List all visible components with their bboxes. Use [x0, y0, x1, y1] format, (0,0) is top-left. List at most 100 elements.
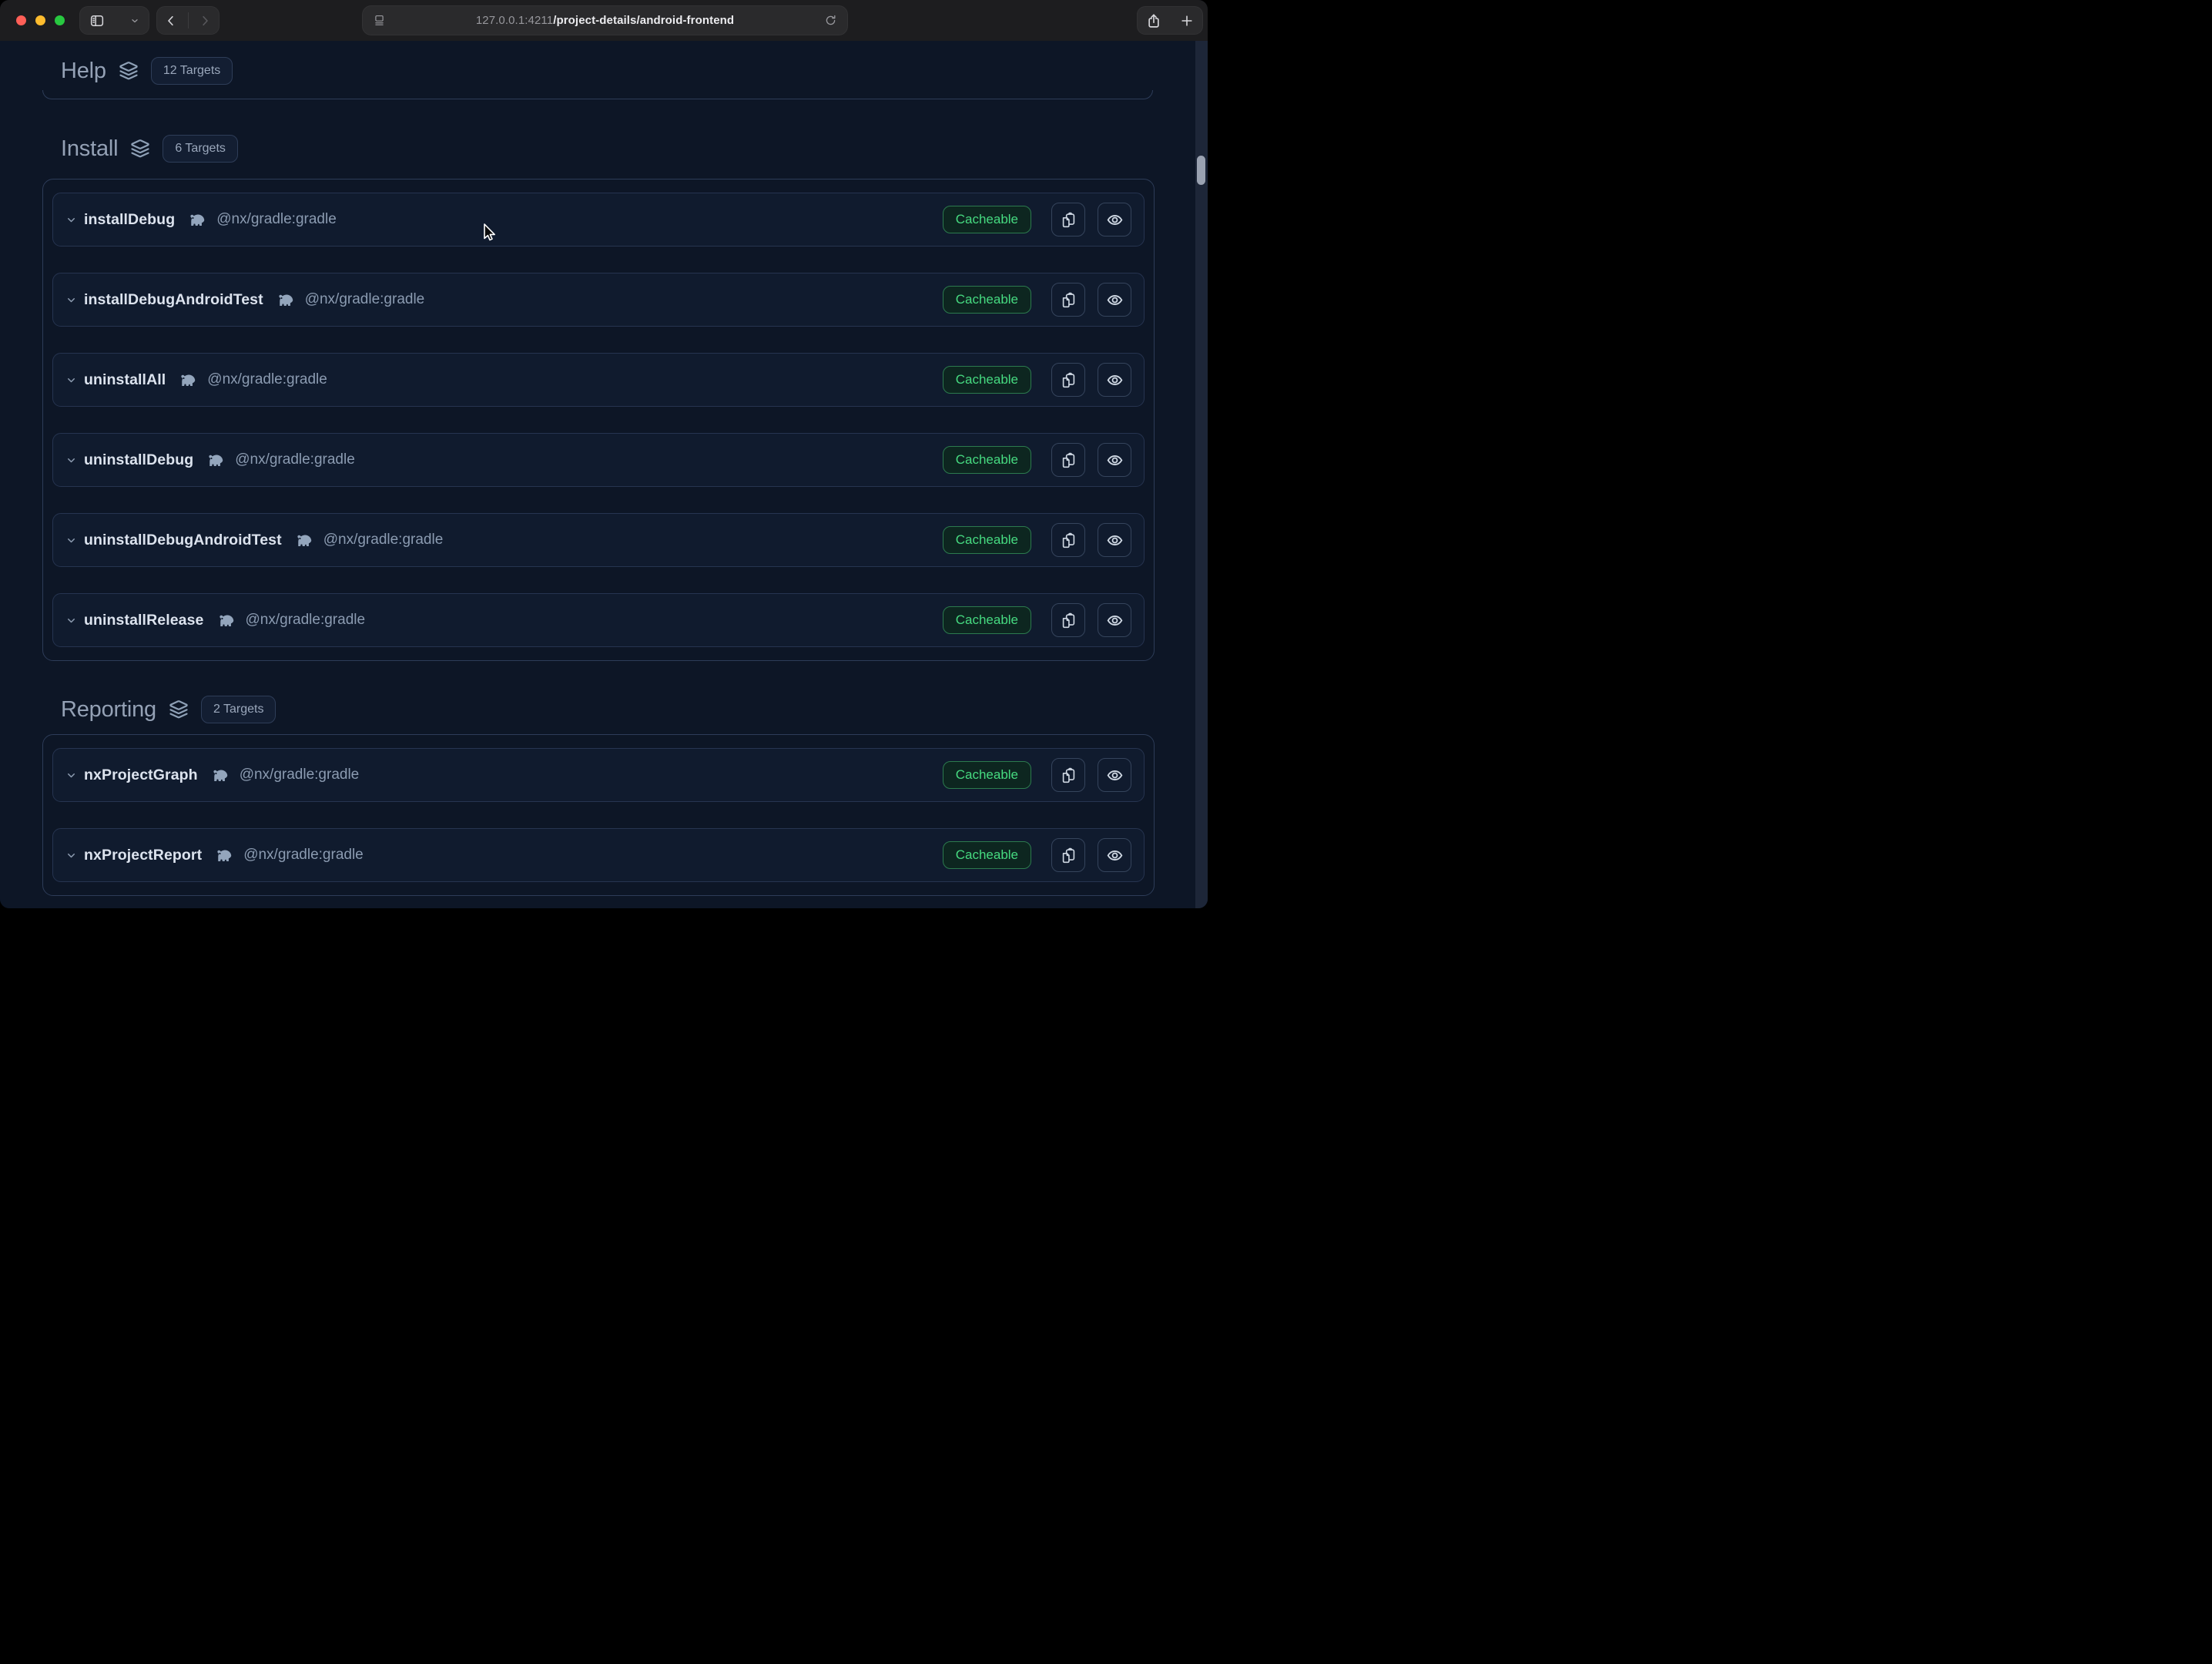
- view-button[interactable]: [1098, 523, 1131, 557]
- target-row[interactable]: uninstallAll @nx/gradle:gradle Cacheable: [52, 353, 1145, 407]
- section-heading-install: Install 6 Targets: [61, 135, 1208, 163]
- cacheable-badge: Cacheable: [943, 206, 1031, 233]
- copy-button[interactable]: [1051, 523, 1085, 557]
- gradle-icon: [215, 612, 236, 629]
- install-targets-box: installDebug @nx/gradle:gradle Cacheable…: [42, 179, 1155, 661]
- section-title: Install: [61, 136, 118, 162]
- section-title: Reporting: [61, 697, 156, 723]
- view-button[interactable]: [1098, 203, 1131, 237]
- chevron-down-icon[interactable]: [65, 455, 77, 466]
- view-button[interactable]: [1098, 758, 1131, 792]
- layers-icon: [129, 138, 151, 159]
- address-bar[interactable]: 127.0.0.1:4211/project-details/android-f…: [362, 5, 848, 35]
- copy-button[interactable]: [1051, 203, 1085, 237]
- target-name: uninstallRelease: [84, 612, 204, 629]
- target-name: installDebugAndroidTest: [84, 291, 263, 309]
- target-row[interactable]: nxProjectReport @nx/gradle:gradle Cachea…: [52, 828, 1145, 882]
- nav-buttons-group: [156, 6, 220, 35]
- section-heading-reporting: Reporting 2 Targets: [61, 696, 1208, 723]
- chevron-down-icon[interactable]: [65, 214, 77, 226]
- target-count-badge: 2 Targets: [201, 696, 276, 723]
- scrollbar-thumb[interactable]: [1197, 156, 1205, 185]
- view-button[interactable]: [1098, 838, 1131, 872]
- layers-icon: [168, 699, 189, 720]
- target-name: uninstallAll: [84, 371, 166, 389]
- scrollbar-track[interactable]: [1195, 41, 1208, 908]
- back-button[interactable]: [164, 14, 178, 28]
- section-title: Help: [61, 59, 106, 84]
- gradle-icon: [209, 767, 230, 783]
- cacheable-badge: Cacheable: [943, 761, 1031, 789]
- copy-button[interactable]: [1051, 838, 1085, 872]
- view-button[interactable]: [1098, 283, 1131, 317]
- target-count-badge: 12 Targets: [151, 57, 233, 85]
- chevron-down-icon[interactable]: [65, 374, 77, 386]
- cacheable-badge: Cacheable: [943, 606, 1031, 634]
- gradle-icon: [213, 847, 233, 864]
- target-row[interactable]: nxProjectGraph @nx/gradle:gradle Cacheab…: [52, 748, 1145, 802]
- traffic-lights: [16, 15, 65, 25]
- target-row[interactable]: uninstallRelease @nx/gradle:gradle Cache…: [52, 593, 1145, 647]
- target-executor: @nx/gradle:gradle: [235, 451, 355, 468]
- gradle-icon: [204, 451, 225, 468]
- view-button[interactable]: [1098, 363, 1131, 397]
- browser-window: 127.0.0.1:4211/project-details/android-f…: [0, 0, 1208, 908]
- chevron-down-icon[interactable]: [65, 770, 77, 781]
- cacheable-badge: Cacheable: [943, 841, 1031, 869]
- target-row[interactable]: installDebug @nx/gradle:gradle Cacheable: [52, 193, 1145, 247]
- close-window-button[interactable]: [16, 15, 26, 25]
- target-executor: @nx/gradle:gradle: [216, 211, 337, 228]
- toolbar-right-group: [1137, 6, 1203, 35]
- reporting-targets-box: nxProjectGraph @nx/gradle:gradle Cacheab…: [42, 734, 1155, 896]
- target-name: installDebug: [84, 211, 175, 229]
- layers-icon: [118, 60, 139, 82]
- copy-button[interactable]: [1051, 443, 1085, 477]
- forward-button[interactable]: [198, 14, 212, 28]
- url-text: 127.0.0.1:4211/project-details/android-f…: [386, 14, 824, 27]
- gradle-icon: [293, 532, 313, 549]
- minimize-window-button[interactable]: [35, 15, 45, 25]
- new-tab-icon[interactable]: [1179, 13, 1195, 29]
- gradle-icon: [186, 211, 206, 228]
- target-executor: @nx/gradle:gradle: [246, 612, 366, 629]
- target-row[interactable]: uninstallDebug @nx/gradle:gradle Cacheab…: [52, 433, 1145, 487]
- target-name: uninstallDebug: [84, 451, 193, 469]
- target-name: uninstallDebugAndroidTest: [84, 532, 282, 549]
- copy-button[interactable]: [1051, 603, 1085, 637]
- copy-button[interactable]: [1051, 363, 1085, 397]
- chevron-down-icon[interactable]: [130, 16, 139, 25]
- section-heading-help: Help 12 Targets: [61, 57, 1208, 85]
- chevron-down-icon[interactable]: [65, 615, 77, 626]
- target-executor: @nx/gradle:gradle: [323, 532, 444, 549]
- target-count-badge: 6 Targets: [163, 135, 238, 163]
- target-executor: @nx/gradle:gradle: [207, 371, 327, 388]
- sidebar-toggle-group: [79, 6, 149, 35]
- url-host: 127.0.0.1:4211: [476, 14, 553, 27]
- url-path: /project-details/android-frontend: [553, 14, 734, 27]
- sidebar-toggle-icon[interactable]: [89, 13, 105, 29]
- gradle-icon: [274, 291, 295, 308]
- cacheable-badge: Cacheable: [943, 286, 1031, 314]
- target-executor: @nx/gradle:gradle: [240, 767, 360, 783]
- target-executor: @nx/gradle:gradle: [243, 847, 364, 864]
- help-targets-box-bottom: [42, 90, 1153, 99]
- page-settings-icon[interactable]: [373, 14, 386, 27]
- project-details-page: Help 12 Targets Install 6 Targe: [0, 41, 1208, 908]
- cacheable-badge: Cacheable: [943, 366, 1031, 394]
- zoom-window-button[interactable]: [55, 15, 65, 25]
- cacheable-badge: Cacheable: [943, 446, 1031, 474]
- reload-icon[interactable]: [824, 14, 837, 27]
- chevron-down-icon[interactable]: [65, 294, 77, 306]
- chevron-down-icon[interactable]: [65, 535, 77, 546]
- copy-button[interactable]: [1051, 758, 1085, 792]
- view-button[interactable]: [1098, 443, 1131, 477]
- view-button[interactable]: [1098, 603, 1131, 637]
- target-row[interactable]: uninstallDebugAndroidTest @nx/gradle:gra…: [52, 513, 1145, 567]
- nav-separator: [188, 12, 189, 29]
- share-icon[interactable]: [1145, 12, 1162, 29]
- copy-button[interactable]: [1051, 283, 1085, 317]
- browser-toolbar: 127.0.0.1:4211/project-details/android-f…: [0, 0, 1208, 41]
- chevron-down-icon[interactable]: [65, 850, 77, 861]
- target-name: nxProjectGraph: [84, 767, 198, 784]
- target-row[interactable]: installDebugAndroidTest @nx/gradle:gradl…: [52, 273, 1145, 327]
